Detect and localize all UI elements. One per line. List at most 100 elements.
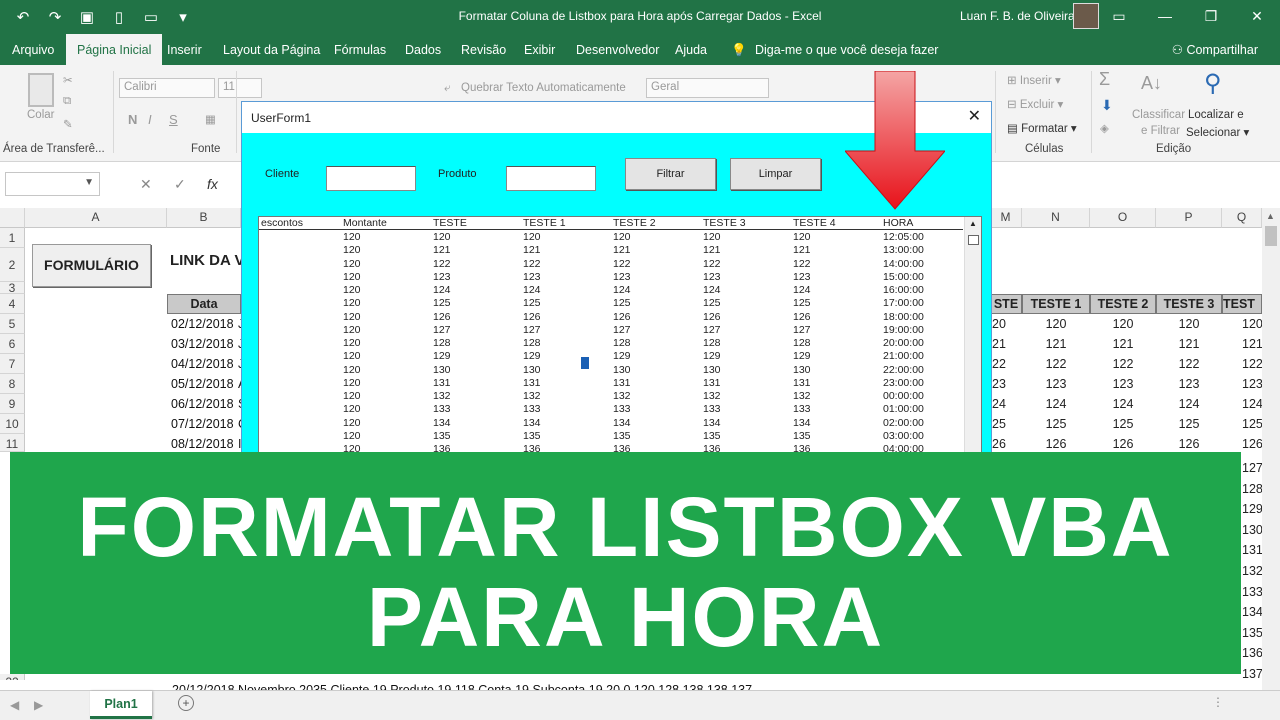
share-button[interactable]: ⚇ Compartilhar (1172, 42, 1258, 57)
row-header[interactable]: 5 (0, 314, 25, 334)
row-header[interactable]: 2 (0, 248, 25, 282)
prev-sheet-icon[interactable]: ◀ (10, 698, 19, 712)
underline-button[interactable]: S (169, 112, 178, 127)
row-header[interactable]: 8 (0, 374, 25, 394)
produto-input[interactable] (506, 166, 596, 191)
scroll-up-icon[interactable]: ▲ (1266, 211, 1275, 221)
magnifier-icon[interactable]: ⚲ (1204, 69, 1222, 98)
limpar-button[interactable]: Limpar (730, 158, 821, 190)
row-header[interactable]: 9 (0, 394, 25, 414)
column-header-n[interactable]: N (1022, 208, 1090, 228)
add-sheet-icon[interactable]: + (178, 695, 194, 711)
tab-dados[interactable]: Dados (405, 43, 441, 57)
tab-pagina-inicial[interactable]: Página Inicial (66, 34, 163, 65)
sort-filter-label1[interactable]: Classificar (1132, 109, 1185, 121)
minimize-icon[interactable]: — (1142, 0, 1188, 34)
paste-icon[interactable] (28, 73, 54, 107)
sheet-scroll-icon[interactable]: ⋮ (1212, 695, 1224, 709)
next-sheet-icon[interactable]: ▶ (34, 698, 43, 712)
sort-filter-label2[interactable]: e Filtrar (1141, 125, 1180, 137)
scroll-thumb[interactable] (1265, 226, 1277, 246)
column-header-o[interactable]: O (1090, 208, 1156, 228)
ribbon-display-icon[interactable]: ▭ (1096, 0, 1142, 34)
row-header[interactable]: 10 (0, 414, 25, 434)
sheet-tab-plan1[interactable]: Plan1 (90, 691, 152, 719)
delete-cells-button[interactable]: ⊟ Excluir ▾ (1007, 97, 1063, 111)
listbox-cell: 135 (523, 429, 541, 442)
italic-button[interactable]: I (148, 112, 152, 127)
filtrar-button[interactable]: Filtrar (625, 158, 716, 190)
vertical-scrollbar[interactable]: ▲ (1262, 208, 1280, 690)
tab-desenvolvedor[interactable]: Desenvolvedor (576, 43, 659, 57)
row-header[interactable]: 4 (0, 294, 25, 314)
listbox[interactable]: escontos Montante TESTE TESTE 1 TESTE 2 TESTE… (258, 216, 982, 456)
userform-close-icon[interactable]: ✕ (968, 106, 981, 126)
wrap-text-icon[interactable]: ⤶ (444, 82, 450, 95)
bold-button[interactable]: N (128, 112, 137, 127)
format-painter-icon[interactable]: ✎ (63, 117, 73, 131)
listbox-cell: 135 (433, 429, 451, 442)
listbox-cell: 127 (703, 323, 721, 336)
formulario-button[interactable]: FORMULÁRIO (32, 244, 151, 287)
tell-me-search[interactable]: Diga-me o que você deseja fazer (755, 43, 938, 57)
find-label[interactable]: Localizar e (1188, 109, 1244, 121)
listbox-cell: 20:00:00 (883, 337, 924, 349)
tab-formulas[interactable]: Fórmulas (334, 43, 386, 57)
column-header-m[interactable]: M (990, 208, 1022, 228)
wrap-text-button[interactable]: Quebrar Texto Automaticamente (461, 82, 626, 94)
borders-icon[interactable]: ▦ (205, 112, 216, 126)
listbox-cell: 132 (613, 390, 631, 402)
listbox-cell: 19:00:00 (883, 323, 924, 336)
tab-arquivo[interactable]: Arquivo (12, 43, 54, 57)
scroll-up-icon[interactable]: ▲ (969, 219, 977, 228)
sort-filter-icon[interactable]: A↓ (1141, 73, 1162, 94)
value-cell: 123 (1242, 377, 1262, 391)
tab-revisao[interactable]: Revisão (461, 43, 506, 57)
format-cells-button[interactable]: ▤ Formatar ▾ (1007, 121, 1077, 135)
listbox-cell: 121 (793, 244, 811, 257)
name-box-dropdown-icon[interactable]: ▼ (84, 177, 94, 188)
select-label[interactable]: Selecionar ▾ (1186, 125, 1249, 139)
listbox-cell: 14:00:00 (883, 257, 924, 270)
value-cell: 136 (1242, 646, 1262, 661)
tab-ajuda[interactable]: Ajuda (675, 43, 707, 57)
fill-icon[interactable]: ⬇ (1101, 97, 1113, 114)
row-header[interactable]: 11 (0, 434, 25, 452)
name-box[interactable]: ▼ (5, 172, 100, 196)
column-header-a[interactable]: A (25, 208, 167, 228)
sum-icon[interactable]: Σ (1099, 69, 1110, 90)
cancel-icon[interactable]: ✕ (140, 176, 152, 193)
clear-icon[interactable]: ◈ (1100, 121, 1109, 135)
row-header[interactable]: 3 (0, 282, 25, 294)
font-size-select[interactable]: 11 (218, 78, 262, 98)
select-all-corner[interactable] (0, 208, 25, 228)
tab-inserir[interactable]: Inserir (167, 43, 202, 57)
column-header-b[interactable]: B (167, 208, 241, 228)
listbox-cell: 120 (343, 231, 361, 243)
listbox-cell: 120 (343, 429, 361, 442)
row-header[interactable]: 6 (0, 334, 25, 354)
insert-cells-button[interactable]: ⊞ Inserir ▾ (1007, 73, 1061, 87)
cliente-input[interactable] (326, 166, 416, 191)
copy-icon[interactable]: ⧉ (63, 95, 71, 108)
restore-icon[interactable]: ❐ (1188, 0, 1234, 34)
value-cell: 25 (992, 417, 1006, 431)
number-format-select[interactable]: Geral (646, 78, 769, 98)
close-icon[interactable]: ✕ (1234, 0, 1280, 34)
font-name-select[interactable]: Calibri (119, 78, 215, 98)
listbox-cell: 122 (703, 257, 721, 270)
tab-exibir[interactable]: Exibir (524, 43, 555, 57)
row-header[interactable]: 1 (0, 228, 25, 248)
tab-layout[interactable]: Layout da Página (223, 43, 320, 57)
scroll-thumb[interactable] (968, 235, 979, 245)
listbox-cell: 134 (613, 416, 631, 429)
row-header[interactable]: 7 (0, 354, 25, 374)
enter-icon[interactable]: ✓ (174, 176, 186, 193)
cut-icon[interactable]: ✂ (63, 73, 73, 87)
listbox-scrollbar[interactable]: ▲ (964, 217, 981, 455)
user-name[interactable]: Luan F. B. de Oliveira (960, 9, 1075, 23)
column-header-p[interactable]: P (1156, 208, 1222, 228)
paste-label[interactable]: Colar (27, 109, 54, 121)
column-header-q[interactable]: Q (1222, 208, 1262, 228)
insert-function-icon[interactable]: fx (207, 176, 218, 192)
